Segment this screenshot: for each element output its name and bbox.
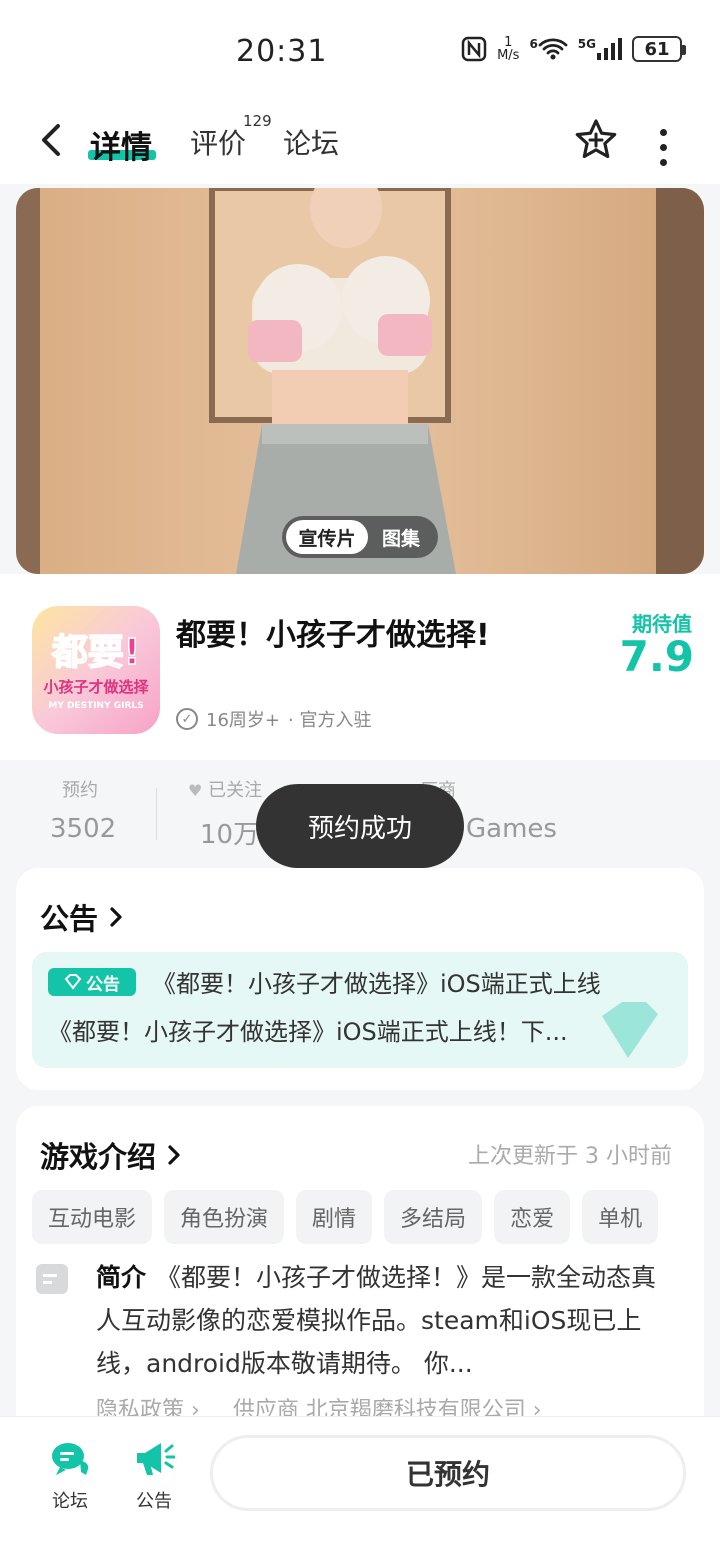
heart-check-icon: ♥ <box>188 781 203 800</box>
notice-title: 公告 <box>40 902 99 936</box>
gallery-tab[interactable]: 图集 <box>368 520 434 554</box>
stat-reservations: 预约 3502 <box>50 776 116 844</box>
intro-text: 《都要！小孩子才做选择！》是一款全动态真人互动影像的恋爱模拟作品。steam和i… <box>96 1263 657 1378</box>
intro-title-link[interactable]: 游戏介绍 <box>40 1134 182 1176</box>
notice-button[interactable]: 公告 <box>124 1437 184 1513</box>
divider <box>156 788 157 840</box>
tab-details[interactable]: 详情 <box>90 122 152 167</box>
status-bar: 20:31 1 M/s 6 5G 61 <box>0 0 720 100</box>
tab-reviews[interactable]: 评价 <box>190 122 246 162</box>
notice-badge-label: 公告 <box>86 974 120 995</box>
clock: 20:31 <box>236 34 328 69</box>
toast-message: 预约成功 <box>256 784 464 868</box>
tag[interactable]: 多结局 <box>384 1190 483 1244</box>
update-time: 上次更新于 3 小时前 <box>468 1144 672 1169</box>
reviews-count: 129 <box>243 112 272 130</box>
forum-button[interactable]: 论坛 <box>40 1437 100 1513</box>
top-nav: 详情 评价 129 论坛 <box>0 100 720 184</box>
cell-label: 5G <box>577 37 596 51</box>
media-switch: 宣传片 图集 <box>282 516 438 558</box>
wifi-indicator: 6 <box>529 37 568 61</box>
stat-value: 10万 <box>200 820 260 850</box>
forum-label: 论坛 <box>52 1491 88 1512</box>
tag[interactable]: 互动电影 <box>32 1190 153 1244</box>
chevron-right-icon <box>110 907 122 927</box>
bottom-action-bar: 论坛 公告 已预约 <box>0 1416 720 1560</box>
notice-badge: 公告 <box>48 968 136 996</box>
promo-video-tab[interactable]: 宣传片 <box>286 520 368 554</box>
official-label: · 官方入驻 <box>288 710 372 731</box>
tag[interactable]: 剧情 <box>296 1190 373 1244</box>
notice-headline: 《都要！小孩子才做选择》iOS端正式上线 <box>152 970 601 998</box>
tag-list: 互动电影 角色扮演 剧情 多结局 恋爱 单机 <box>32 1190 659 1244</box>
back-button[interactable] <box>38 120 68 160</box>
app-icon-image: 都要! 小孩子才做选择 MY DESTINY GIRLS <box>32 606 160 734</box>
tag[interactable]: 角色扮演 <box>164 1190 285 1244</box>
app-title: 都要！小孩子才做选择! <box>176 618 490 653</box>
description-icon <box>36 1264 68 1294</box>
star-plus-icon <box>575 119 617 159</box>
tab-forum[interactable]: 论坛 <box>283 122 339 162</box>
intro-description[interactable]: 简介 《都要！小孩子才做选择！》是一款全动态真人互动影像的恋爱模拟作品。steam… <box>96 1256 676 1385</box>
app-meta: ✓ 16周岁+ · 官方入驻 <box>176 706 371 732</box>
net-speed-unit: M/s <box>497 48 520 63</box>
app-icon: 都要! 小孩子才做选择 MY DESTINY GIRLS <box>32 606 160 734</box>
stat-label: 预约 <box>62 780 98 801</box>
chevron-left-icon <box>42 124 60 156</box>
app-icon-text-sub: 小孩子才做选择 <box>43 678 149 696</box>
more-menu-button[interactable] <box>656 126 670 166</box>
intro-label: 简介 <box>96 1263 147 1292</box>
tag[interactable]: 单机 <box>582 1190 659 1244</box>
nfc-icon <box>461 36 487 62</box>
app-icon-text-en: MY DESTINY GIRLS <box>48 701 143 711</box>
expectation-score: 7.9 <box>619 632 694 681</box>
wifi-icon <box>538 38 568 60</box>
app-info-section: 都要! 小孩子才做选择 MY DESTINY GIRLS 都要！小孩子才做选择!… <box>0 574 720 760</box>
notice-label: 公告 <box>136 1491 172 1512</box>
tag[interactable]: 恋爱 <box>494 1190 571 1244</box>
signal-icon <box>597 38 622 60</box>
diamond-icon <box>64 974 82 990</box>
reserved-button[interactable]: 已预约 <box>210 1435 686 1511</box>
intro-title: 游戏介绍 <box>40 1140 157 1174</box>
network-speed: 1 M/s <box>497 36 519 62</box>
notice-card: 公告 公告 《都要！小孩子才做选择》iOS端正式上线 《都要！小孩子才做选择》i… <box>16 868 704 1090</box>
battery-indicator: 61 <box>632 36 686 62</box>
notice-item[interactable]: 公告 《都要！小孩子才做选择》iOS端正式上线 《都要！小孩子才做选择》iOS端… <box>32 952 688 1068</box>
stat-value: 3502 <box>50 814 117 844</box>
stat-followers[interactable]: ♥ 已关注 10万 <box>188 776 262 851</box>
wifi-label: 6 <box>529 37 538 51</box>
notice-title-link[interactable]: 公告 <box>40 896 124 938</box>
megaphone-icon <box>137 1443 175 1475</box>
status-icons: 1 M/s 6 5G 61 <box>461 36 686 62</box>
age-rating: 16周岁+ <box>206 710 280 731</box>
stat-label: 已关注 <box>208 780 263 801</box>
game-intro-card: 游戏介绍 上次更新于 3 小时前 互动电影 角色扮演 剧情 多结局 恋爱 单机 … <box>16 1106 704 1446</box>
decorative-icon <box>602 1002 658 1058</box>
favorite-button[interactable] <box>574 118 618 162</box>
chevron-right-icon <box>168 1145 180 1165</box>
app-icon-text-main: 都要! <box>51 632 140 673</box>
cell-indicator: 5G <box>578 37 622 61</box>
verified-icon: ✓ <box>176 708 198 730</box>
notice-summary: 《都要！小孩子才做选择》iOS端正式上线！下... <box>48 1018 568 1046</box>
forum-chat-icon <box>52 1443 89 1475</box>
